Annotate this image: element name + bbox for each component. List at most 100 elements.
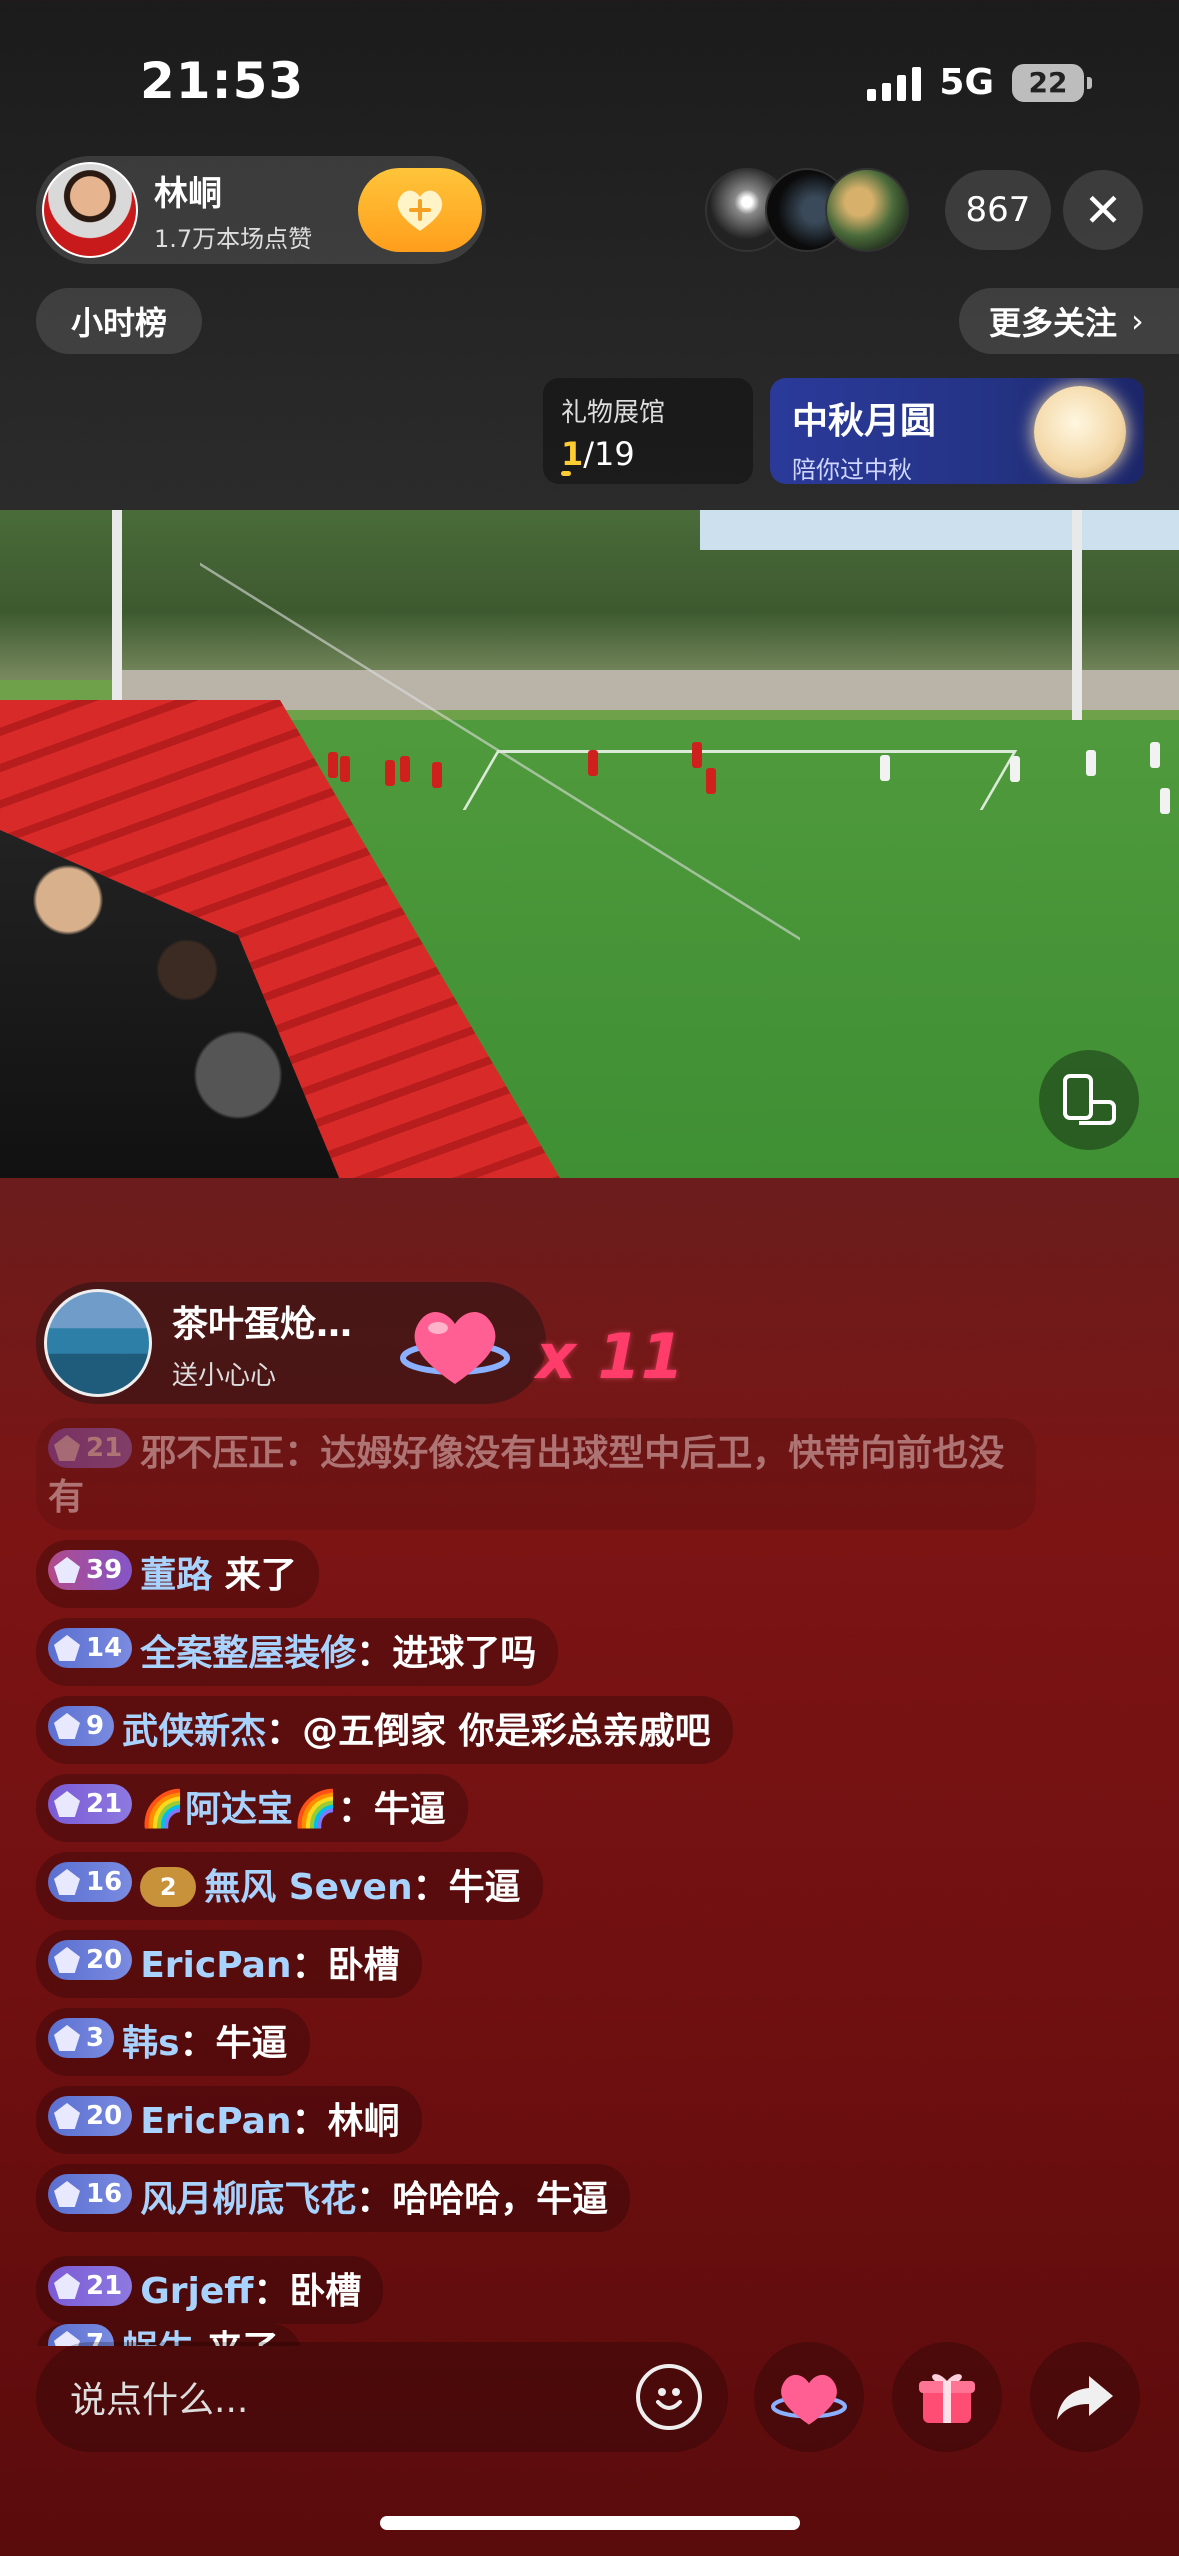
gift-count: x 11 [536, 1320, 684, 1393]
gift-sender-avatar[interactable] [44, 1289, 152, 1397]
chat-message: 9 武侠新杰：@五倒家 你是彩总亲戚吧 [36, 1696, 1056, 1774]
follow-button[interactable] [358, 168, 482, 252]
level-badge: 21 [48, 1428, 133, 1468]
live-video[interactable] [0, 510, 1179, 1178]
player [1010, 756, 1020, 782]
gem-icon [54, 2181, 80, 2207]
like-button[interactable] [754, 2342, 864, 2452]
floodlight-pole [1072, 510, 1082, 725]
player [1086, 750, 1096, 776]
gift-sender-name: 茶叶蛋炝… [172, 1303, 353, 1345]
viewer-avatar[interactable] [825, 168, 909, 252]
comment-placeholder: 说点什么... [70, 2380, 249, 2421]
chat-username[interactable]: 無风 Seven [204, 1867, 412, 1908]
gem-icon [54, 2025, 80, 2051]
chat-username[interactable]: EricPan [140, 2101, 291, 2142]
chat-bubble: 3 韩s：牛逼 [36, 2008, 310, 2076]
chat-username[interactable]: 🌈阿达宝🌈 [140, 1789, 338, 1830]
chevron-right-icon: › [1131, 302, 1144, 340]
comment-input[interactable]: 说点什么... [36, 2342, 728, 2452]
chat-bubble: 16 风月柳底飞花：哈哈哈，牛逼 [36, 2164, 631, 2232]
chat-bubble: 20 EricPan：林峒 [36, 2086, 422, 2154]
player [880, 755, 890, 781]
network-type: 5G [939, 62, 994, 103]
chat-bubble: 21 邪不压正：达姆好像没有出球型中后卫，快带向前也没有 [36, 1418, 1036, 1530]
chat-bubble: 21 Grjeff：卧槽 [36, 2256, 384, 2324]
chat-bubble: 20 EricPan：卧槽 [36, 1930, 422, 1998]
chat-username[interactable]: EricPan [140, 1945, 291, 1986]
hour-rank-button[interactable]: 小时榜 [36, 288, 202, 354]
chat-text: ：卧槽 [291, 1945, 400, 1986]
level-badge: 3 [48, 2018, 115, 2058]
chat-text: 邪不压正：达姆好像没有出球型中后卫，快带向前也没有 [48, 1433, 1005, 1518]
player [1150, 742, 1160, 768]
chat-message: 20 EricPan：卧槽 [36, 1930, 1056, 2008]
close-button[interactable]: ✕ [1063, 170, 1143, 250]
signal-icon [867, 65, 922, 101]
chat-message: 20 EricPan：林峒 [36, 2086, 1056, 2164]
gem-icon [54, 1947, 80, 1973]
floodlight-pole [112, 510, 122, 725]
gem-icon [54, 2103, 80, 2129]
chat-text: ：进球了吗 [356, 1633, 537, 1674]
gift-hall-progress-bar [561, 471, 571, 476]
level-badge: 20 [48, 2096, 133, 2136]
moon-icon [1034, 386, 1126, 478]
gem-icon [54, 1713, 80, 1739]
player [706, 768, 716, 794]
level-badge: 16 [48, 1862, 133, 1902]
level-badge: 14 [48, 1628, 133, 1668]
chat-text: 来了 [212, 1555, 297, 1596]
chat-message: 14 全案整屋装修：进球了吗 [36, 1618, 1056, 1696]
chat-username[interactable]: Grjeff [140, 2271, 253, 2312]
gift-box-icon [919, 2374, 975, 2423]
chat-username[interactable]: 董路 [140, 1555, 212, 1596]
chat-username[interactable]: 武侠新杰 [122, 1711, 266, 1752]
gift-hall-progress: 1/19 [561, 435, 735, 473]
player [1160, 788, 1170, 814]
gift-hall-total: /19 [583, 435, 635, 473]
chat-username[interactable]: 全案整屋装修 [140, 1633, 356, 1674]
viewer-avatars[interactable] [705, 168, 909, 252]
player [400, 756, 410, 782]
level-badge: 16 [48, 2174, 133, 2214]
chat-username[interactable]: 韩s [122, 2023, 179, 2064]
chat-text: ：@五倒家 你是彩总亲戚吧 [266, 1711, 711, 1752]
heart-plus-icon [397, 190, 443, 231]
chat-text: ：牛逼 [337, 1789, 446, 1830]
level-badge: 21 [48, 1784, 133, 1824]
chat-text: ：哈哈哈，牛逼 [356, 2179, 609, 2220]
gift-hall-title: 礼物展馆 [561, 398, 666, 428]
battery-icon: 22 [1012, 63, 1092, 102]
chat-username[interactable]: 风月柳底飞花 [140, 2179, 356, 2220]
chat-bubble: 39 董路 来了 [36, 1540, 319, 1608]
host-likes: 1.7万本场点赞 [154, 225, 313, 253]
emoji-button[interactable] [636, 2364, 702, 2430]
gem-icon [54, 1869, 80, 1895]
more-follow-button[interactable]: 更多关注 › [959, 288, 1179, 354]
more-follow-label: 更多关注 [989, 304, 1118, 342]
share-arrow-icon [1057, 2376, 1113, 2420]
viewer-count[interactable]: 867 [945, 170, 1051, 250]
chat-message: 21 Grjeff：卧槽 [36, 2256, 1056, 2324]
gift-button[interactable] [892, 2342, 1002, 2452]
gem-icon [54, 1435, 80, 1461]
share-button[interactable] [1030, 2342, 1140, 2452]
heart-icon [771, 2374, 847, 2425]
status-icons: 5G 22 [867, 62, 1092, 103]
chat-bubble: 16 2 無风 Seven：牛逼 [36, 1852, 543, 1920]
chat-list[interactable]: 21 邪不压正：达姆好像没有出球型中后卫，快带向前也没有 39 董路 来了 14 全案… [36, 1418, 1056, 2346]
host-avatar[interactable] [42, 162, 138, 258]
mid-autumn-banner[interactable]: 中秋月圆 陪你过中秋 [770, 378, 1144, 484]
level-badge: 20 [48, 1940, 133, 1980]
gem-icon [54, 1557, 80, 1583]
close-icon: ✕ [1083, 183, 1123, 237]
chat-text: ：牛逼 [412, 1867, 521, 1908]
gem-icon [54, 1791, 80, 1817]
player [588, 750, 598, 776]
hour-rank-label: 小时榜 [70, 304, 167, 342]
home-indicator [380, 2516, 800, 2530]
gift-hall-card[interactable]: 礼物展馆 1/19 [543, 378, 753, 484]
level-badge: 21 [48, 2266, 133, 2306]
rotate-screen-button[interactable] [1039, 1050, 1139, 1150]
